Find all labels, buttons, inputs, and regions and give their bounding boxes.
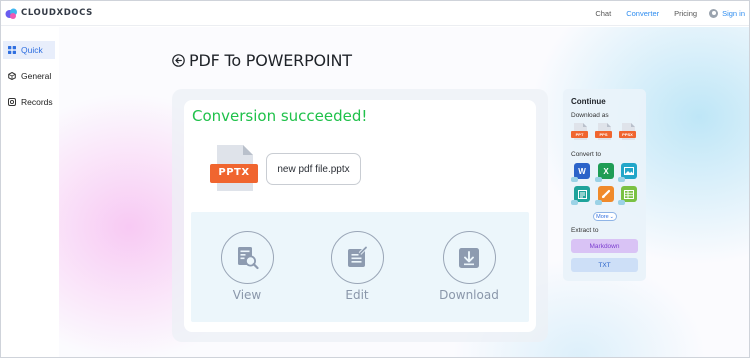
download-pps-button[interactable]: PPS [595, 123, 613, 141]
download-ppt-button[interactable]: PPT [571, 123, 589, 141]
view-icon [220, 231, 274, 284]
sidebar-item-label: General [21, 71, 52, 81]
badge [595, 177, 602, 182]
nav-chat[interactable]: Chat [595, 9, 611, 18]
sidebar-item-general[interactable]: General [3, 67, 55, 85]
html-icon[interactable] [571, 186, 590, 205]
logo-text: CLOUDXDOCS [21, 8, 93, 18]
logo[interactable]: CLOUDXDOCS [5, 7, 93, 20]
edit-icon [330, 231, 384, 284]
more-label: More [596, 213, 609, 220]
nav-pricing[interactable]: Pricing [674, 9, 697, 18]
sidebar-item-quick[interactable]: Quick [3, 41, 55, 59]
word-icon[interactable]: W [571, 163, 590, 182]
format-label: PPS [599, 132, 608, 137]
user-icon [709, 9, 719, 18]
excel-icon[interactable]: X [595, 163, 614, 182]
extract-markdown-button[interactable]: Markdown [571, 239, 638, 253]
grid-icon [8, 46, 16, 54]
page-title: PDF To POWERPOINT [189, 51, 352, 70]
edit-button[interactable]: Edit [327, 231, 387, 302]
badge [595, 200, 602, 205]
sidebar-item-records[interactable]: Records [3, 93, 55, 111]
download-ppsx-button[interactable]: PPSX [619, 123, 637, 141]
download-button[interactable]: Download [439, 231, 499, 302]
sign-in-button[interactable]: Sign in [709, 9, 745, 18]
badge [618, 200, 625, 205]
pdf-edit-icon[interactable] [595, 186, 614, 205]
top-nav: Chat Converter Pricing Sign in [580, 1, 745, 26]
chevron-down-icon: ⌄ [609, 213, 614, 220]
badge [571, 200, 578, 205]
view-button[interactable]: View [217, 231, 277, 302]
edit-label: Edit [345, 288, 369, 302]
format-label: PPT [575, 132, 584, 137]
app-window: CLOUDXDOCS Chat Converter Pricing Sign i… [0, 0, 750, 358]
cube-icon [8, 71, 16, 81]
sidebar: Quick General Records [1, 27, 59, 357]
logo-icon [5, 7, 18, 20]
download-as-label: Download as [571, 112, 609, 119]
sidebar-item-label: Records [21, 97, 53, 107]
view-label: View [232, 288, 262, 302]
format-label: PPSX [622, 132, 633, 137]
records-icon [8, 98, 16, 106]
extract-to-label: Extract to [571, 227, 599, 234]
continue-title: Continue [571, 97, 606, 106]
page-header: PDF To POWERPOINT [172, 51, 352, 70]
badge [571, 177, 578, 182]
top-bar: CLOUDXDOCS Chat Converter Pricing Sign i… [1, 1, 749, 26]
pptx-file-icon: PPTX [210, 145, 260, 193]
file-type-label: PPTX [218, 167, 250, 178]
nav-converter[interactable]: Converter [626, 9, 659, 18]
convert-to-label: Convert to [571, 151, 601, 158]
extract-txt-button[interactable]: TXT [571, 258, 638, 272]
badge [618, 177, 625, 182]
image-icon[interactable] [618, 163, 637, 182]
download-icon [442, 231, 496, 284]
download-label: Download [439, 288, 499, 302]
sign-in-label: Sign in [722, 9, 745, 18]
table-icon[interactable] [618, 186, 637, 205]
back-arrow-icon[interactable] [172, 54, 185, 67]
more-button[interactable]: More ⌄ [593, 212, 617, 221]
sidebar-item-label: Quick [21, 45, 43, 55]
file-name-field[interactable]: new pdf file.pptx [266, 153, 361, 185]
success-message: Conversion succeeded! [192, 107, 368, 125]
